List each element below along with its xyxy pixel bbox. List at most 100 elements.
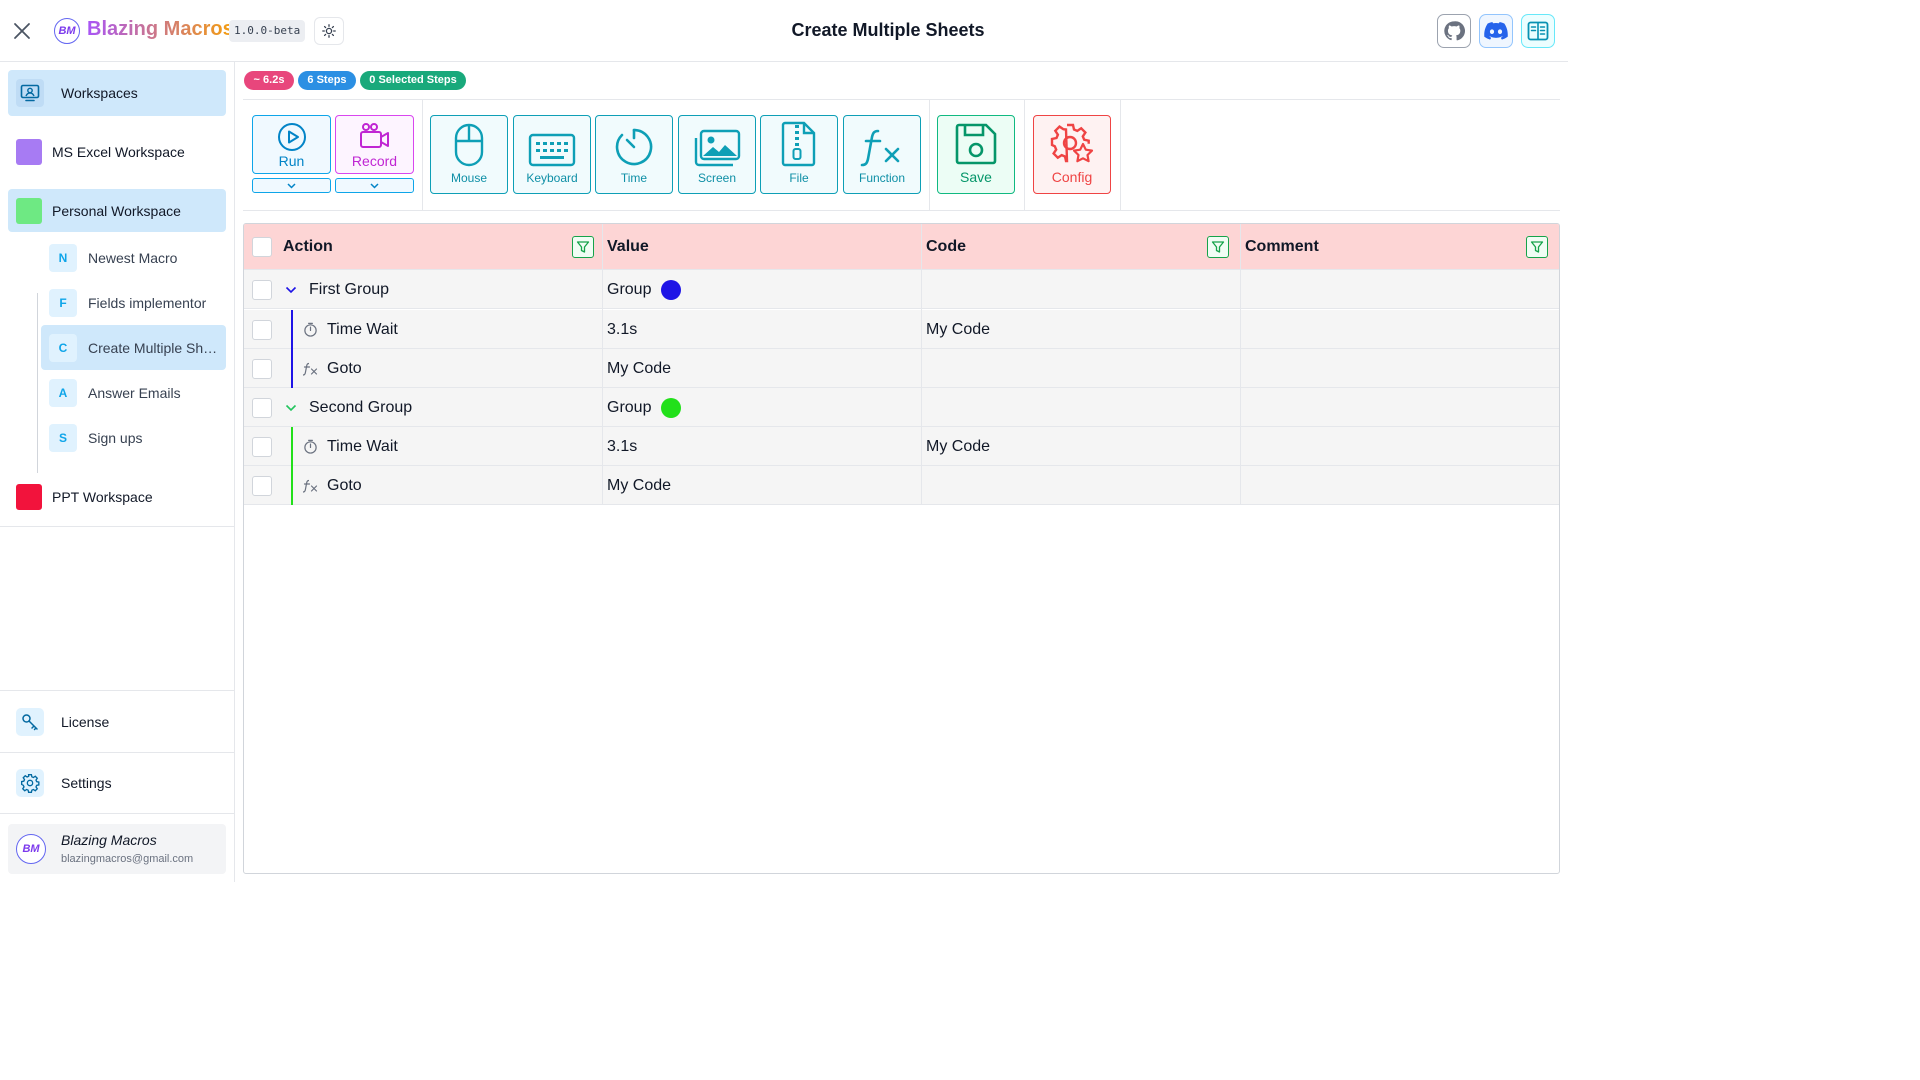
action-text: Time Wait bbox=[327, 437, 398, 455]
sidebar-item-settings[interactable]: Settings bbox=[8, 761, 226, 805]
keyboard-button[interactable]: Keyboard bbox=[513, 115, 591, 194]
row-checkbox[interactable] bbox=[252, 398, 272, 418]
row-checkbox[interactable] bbox=[252, 320, 272, 340]
save-icon bbox=[955, 123, 997, 165]
divider bbox=[0, 813, 234, 814]
record-button[interactable]: Record bbox=[335, 115, 414, 174]
column-divider bbox=[602, 224, 603, 505]
comment-filter-button[interactable] bbox=[1526, 236, 1548, 258]
sidebar-item-license[interactable]: License bbox=[8, 700, 226, 744]
code-filter-button[interactable] bbox=[1207, 236, 1229, 258]
table-row[interactable]: First Group Group bbox=[244, 270, 1559, 309]
docs-button[interactable] bbox=[1521, 14, 1555, 48]
mouse-button[interactable]: Mouse bbox=[430, 115, 508, 194]
workspace-label: PPT Workspace bbox=[52, 489, 153, 505]
toolbar-divider bbox=[1120, 100, 1121, 210]
sidebar-item-label: Workspaces bbox=[61, 85, 138, 101]
app-logo: BM bbox=[54, 18, 80, 44]
github-button[interactable] bbox=[1437, 14, 1471, 48]
column-header-action: Action bbox=[283, 238, 333, 255]
table-row[interactable]: Goto My Code bbox=[244, 349, 1559, 388]
config-button[interactable]: Config bbox=[1033, 115, 1111, 194]
column-header-code: Code bbox=[926, 238, 966, 255]
file-button[interactable]: File bbox=[760, 115, 838, 194]
divider bbox=[0, 526, 234, 527]
sun-icon bbox=[322, 24, 336, 38]
table-row[interactable]: Goto My Code bbox=[244, 466, 1559, 505]
chevron-down-icon bbox=[287, 182, 296, 189]
screen-button[interactable]: Screen bbox=[678, 115, 756, 194]
macro-letter-avatar: C bbox=[49, 333, 77, 362]
code-cell: My Code bbox=[926, 320, 991, 338]
macro-item-fields-implementor[interactable]: F Fields implementor bbox=[41, 280, 226, 325]
column-header-value: Value bbox=[607, 238, 649, 255]
value-cell: Group bbox=[607, 388, 682, 427]
macro-item-newest-macro[interactable]: N Newest Macro bbox=[41, 235, 226, 280]
time-button[interactable]: Time bbox=[595, 115, 673, 194]
function-button[interactable]: Function bbox=[843, 115, 921, 194]
table-row[interactable]: Time Wait 3.1s My Code bbox=[244, 427, 1559, 466]
workspace-item-personal[interactable]: Personal Workspace bbox=[8, 189, 226, 232]
select-all-checkbox[interactable] bbox=[252, 237, 272, 257]
value-cell: My Code bbox=[607, 476, 672, 494]
function-icon bbox=[302, 478, 318, 494]
function-icon bbox=[302, 361, 318, 377]
row-checkbox[interactable] bbox=[252, 280, 272, 300]
workspace-color-swatch bbox=[16, 197, 42, 224]
run-button[interactable]: Run bbox=[252, 115, 331, 174]
keyboard-icon bbox=[528, 133, 576, 167]
value-cell: 3.1s bbox=[607, 437, 638, 455]
version-badge: 1.0.0-beta bbox=[229, 20, 306, 42]
sidebar-item-workspaces[interactable]: Workspaces bbox=[8, 70, 226, 116]
macro-label: Answer Emails bbox=[88, 384, 181, 401]
action-filter-button[interactable] bbox=[572, 236, 594, 258]
close-icon[interactable] bbox=[10, 19, 34, 43]
user-profile-card[interactable]: BM Blazing Macros blazingmacros@gmail.co… bbox=[8, 824, 226, 874]
table-row[interactable]: Second Group Group bbox=[244, 388, 1559, 427]
value-text: Group bbox=[607, 398, 652, 416]
group-color-dot[interactable] bbox=[661, 279, 682, 300]
chevron-down-icon bbox=[370, 182, 379, 189]
group-toggle[interactable] bbox=[285, 388, 297, 427]
macro-label: Sign ups bbox=[88, 429, 143, 446]
macro-item-answer-emails[interactable]: A Answer Emails bbox=[41, 370, 226, 415]
stopwatch-icon bbox=[302, 322, 318, 338]
record-options-dropdown[interactable] bbox=[335, 178, 414, 193]
time-label: Time bbox=[620, 171, 648, 185]
macro-label: Fields implementor bbox=[88, 294, 207, 311]
selected-steps-badge: 0 Selected Steps bbox=[360, 71, 466, 90]
table-row[interactable]: Time Wait 3.1s My Code bbox=[244, 310, 1559, 349]
group-toggle[interactable] bbox=[285, 270, 297, 309]
action-cell: Time Wait bbox=[302, 310, 398, 349]
discord-icon bbox=[1484, 22, 1508, 40]
toolbar-divider bbox=[422, 100, 423, 210]
keyboard-label: Keyboard bbox=[526, 171, 578, 185]
action-text: Goto bbox=[327, 359, 362, 377]
row-checkbox[interactable] bbox=[252, 437, 272, 457]
discord-button[interactable] bbox=[1479, 14, 1513, 48]
macro-item-sign-ups[interactable]: S Sign ups bbox=[41, 415, 226, 460]
workspace-item-ms-excel[interactable]: MS Excel Workspace bbox=[8, 130, 226, 174]
workspace-color-swatch bbox=[16, 139, 42, 165]
macro-item-create-multiple-sheets[interactable]: C Create Multiple Sheets bbox=[41, 325, 226, 370]
macro-label: Create Multiple Sheets bbox=[88, 339, 218, 356]
group-color-dot[interactable] bbox=[661, 397, 682, 418]
row-checkbox[interactable] bbox=[252, 476, 272, 496]
column-header-comment: Comment bbox=[1245, 238, 1319, 255]
save-button[interactable]: Save bbox=[937, 115, 1015, 194]
row-checkbox[interactable] bbox=[252, 359, 272, 379]
workspace-item-ppt[interactable]: PPT Workspace bbox=[8, 475, 226, 519]
toolbar-divider bbox=[929, 100, 930, 210]
workspace-label: Personal Workspace bbox=[52, 202, 181, 219]
run-label: Run bbox=[278, 153, 305, 169]
run-options-dropdown[interactable] bbox=[252, 178, 331, 193]
action-cell: Goto bbox=[302, 466, 362, 505]
macro-letter-avatar: A bbox=[49, 378, 77, 407]
filter-icon bbox=[1530, 241, 1544, 253]
timer-icon bbox=[615, 128, 653, 166]
column-divider bbox=[921, 224, 922, 505]
code-cell: My Code bbox=[926, 437, 991, 455]
steps-table: Action Value Code Comment First Group Gr… bbox=[243, 223, 1560, 874]
theme-toggle-button[interactable] bbox=[314, 17, 344, 45]
workspace-icon bbox=[16, 79, 44, 107]
